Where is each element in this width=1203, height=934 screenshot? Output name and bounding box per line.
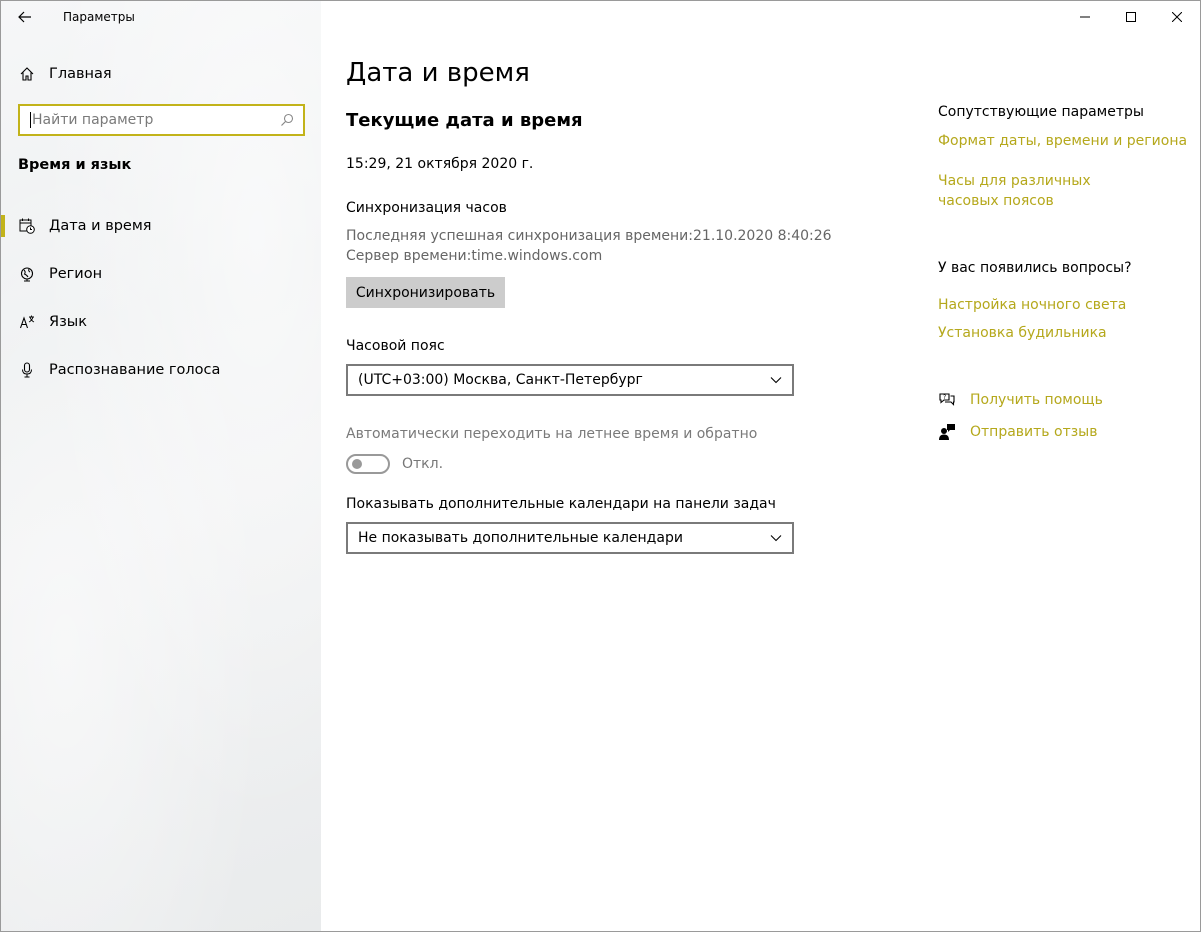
sidebar-item-home[interactable]: Главная bbox=[1, 57, 321, 91]
sidebar-item-speech[interactable]: Распознавание голоса bbox=[1, 351, 321, 399]
timezone-dropdown[interactable]: (UTC+03:00) Москва, Санкт-Петербург bbox=[346, 364, 794, 396]
questions-heading: У вас появились вопросы? bbox=[938, 260, 1132, 276]
close-icon bbox=[1172, 12, 1182, 22]
dst-toggle-state: Откл. bbox=[402, 456, 444, 472]
sync-now-button[interactable]: Синхронизировать bbox=[346, 277, 505, 308]
toggle-knob bbox=[352, 459, 362, 469]
title-bar: Параметры bbox=[1, 1, 135, 33]
calendars-label: Показывать дополнительные календари на п… bbox=[346, 496, 776, 512]
sidebar-item-label: Главная bbox=[49, 66, 112, 82]
chat-help-icon: ? bbox=[938, 391, 956, 409]
sidebar-item-date-time[interactable]: Дата и время bbox=[1, 207, 321, 255]
window-controls bbox=[1062, 1, 1200, 33]
chevron-down-icon bbox=[770, 377, 782, 384]
time-server-text: Сервер времени:time.windows.com bbox=[346, 248, 603, 264]
link-additional-clocks[interactable]: Часы для различных часовых поясов bbox=[938, 171, 1153, 211]
page-title: Дата и время bbox=[346, 58, 530, 88]
close-button[interactable] bbox=[1154, 1, 1200, 33]
minimize-button[interactable] bbox=[1062, 1, 1108, 33]
microphone-icon bbox=[19, 362, 35, 378]
chevron-down-icon bbox=[770, 535, 782, 542]
search-box[interactable] bbox=[18, 104, 305, 136]
send-feedback-row[interactable]: Отправить отзыв bbox=[938, 422, 1097, 442]
calendars-value: Не показывать дополнительные календари bbox=[358, 530, 683, 546]
back-button[interactable] bbox=[1, 1, 49, 33]
sync-heading: Синхронизация часов bbox=[346, 200, 507, 216]
search-icon[interactable] bbox=[279, 112, 295, 128]
globe-icon bbox=[19, 266, 35, 282]
section-title: Время и язык bbox=[18, 157, 132, 173]
maximize-button[interactable] bbox=[1108, 1, 1154, 33]
dst-label: Автоматически переходить на летнее время… bbox=[346, 426, 758, 442]
link-night-light[interactable]: Настройка ночного света bbox=[938, 295, 1126, 315]
sidebar-item-label: Регион bbox=[49, 266, 103, 282]
feedback-person-icon bbox=[938, 423, 956, 441]
sidebar-item-label: Язык bbox=[49, 314, 87, 330]
link-send-feedback[interactable]: Отправить отзыв bbox=[970, 422, 1097, 442]
search-input[interactable] bbox=[31, 112, 279, 128]
calendar-clock-icon bbox=[19, 218, 35, 234]
app-title: Параметры bbox=[63, 10, 135, 24]
sidebar-item-label: Дата и время bbox=[49, 218, 152, 234]
language-icon bbox=[19, 314, 35, 330]
timezone-label: Часовой пояс bbox=[346, 338, 445, 354]
last-sync-text: Последняя успешная синхронизация времени… bbox=[346, 228, 832, 244]
link-get-help[interactable]: Получить помощь bbox=[970, 390, 1103, 410]
settings-window: Параметры Главная Время и язык bbox=[0, 0, 1201, 932]
current-datetime: 15:29, 21 октября 2020 г. bbox=[346, 156, 534, 172]
sidebar-nav: Дата и время Регион Язык Распознавание г… bbox=[1, 207, 321, 399]
sidebar: Параметры Главная Время и язык bbox=[1, 1, 321, 931]
sidebar-item-region[interactable]: Регион bbox=[1, 255, 321, 303]
minimize-icon bbox=[1080, 16, 1090, 18]
sidebar-item-language[interactable]: Язык bbox=[1, 303, 321, 351]
timezone-value: (UTC+03:00) Москва, Санкт-Петербург bbox=[358, 372, 643, 388]
home-icon bbox=[19, 66, 35, 82]
svg-text:?: ? bbox=[943, 394, 946, 401]
get-help-row[interactable]: ? Получить помощь bbox=[938, 390, 1103, 410]
calendars-dropdown[interactable]: Не показывать дополнительные календари bbox=[346, 522, 794, 554]
maximize-icon bbox=[1126, 12, 1136, 22]
sidebar-item-label: Распознавание голоса bbox=[49, 362, 221, 378]
dst-toggle[interactable] bbox=[346, 454, 390, 474]
link-alarm[interactable]: Установка будильника bbox=[938, 323, 1107, 343]
arrow-left-icon bbox=[18, 11, 31, 23]
link-date-region-format[interactable]: Формат даты, времени и региона bbox=[938, 131, 1187, 151]
related-heading: Сопутствующие параметры bbox=[938, 104, 1144, 120]
section-subtitle: Текущие дата и время bbox=[346, 110, 583, 131]
